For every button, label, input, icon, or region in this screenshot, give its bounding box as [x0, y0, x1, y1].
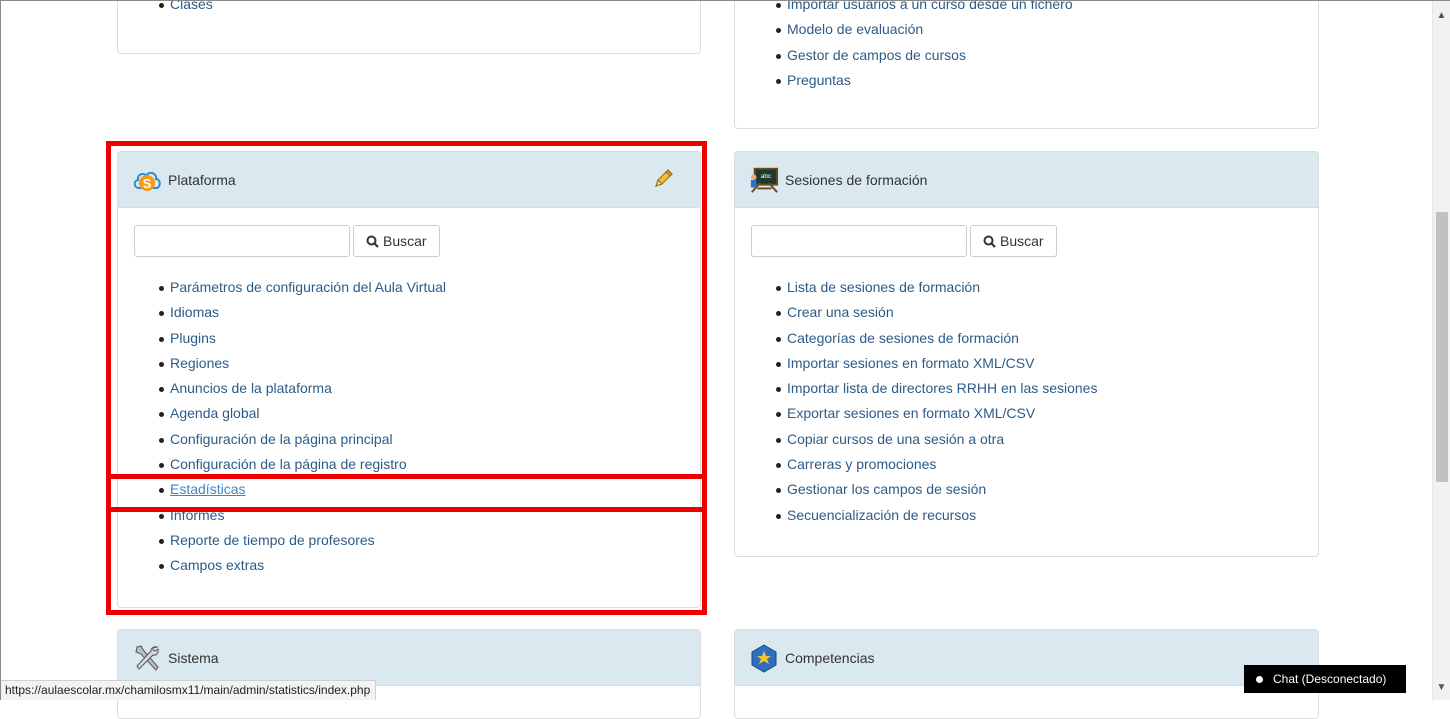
link[interactable]: Plugins: [170, 330, 216, 346]
link[interactable]: Parámetros de configuración del Aula Vir…: [170, 279, 446, 295]
plataforma-links: Parámetros de configuración del Aula Vir…: [130, 275, 446, 579]
list-item[interactable]: Configuración de la página principal: [130, 427, 446, 452]
scroll-up-icon[interactable]: ▲: [1436, 10, 1447, 21]
list-item[interactable]: Estadísticas: [130, 477, 446, 502]
list-item[interactable]: Crear una sesión: [747, 300, 1097, 325]
list-item[interactable]: Campos extras: [130, 553, 446, 578]
scrollbar[interactable]: ▲ ▼: [1432, 0, 1450, 700]
list-item[interactable]: Informes: [130, 503, 446, 528]
list-item[interactable]: Categorías de sesiones de formación: [747, 326, 1097, 351]
top-left-links: Clases: [130, 0, 213, 23]
search-input[interactable]: [751, 225, 967, 257]
panel-title: Sistema: [168, 649, 219, 666]
list-item[interactable]: Gestionar los campos de sesión: [747, 477, 1097, 502]
panel-top-left: Clases: [117, 0, 701, 54]
panel-header: Sistema: [118, 630, 700, 686]
panel-title: Sesiones de formación: [785, 171, 928, 188]
link[interactable]: Modelo de evaluación: [787, 21, 923, 37]
link[interactable]: Exportar sesiones en formato XML/CSV: [787, 405, 1035, 421]
list-item[interactable]: Regiones: [130, 351, 446, 376]
link[interactable]: Gestionar los campos de sesión: [787, 481, 986, 497]
list-item[interactable]: Parámetros de configuración del Aula Vir…: [130, 275, 446, 300]
panel-header: S Plataforma: [118, 152, 700, 208]
panel-top-right: Importar usuarios a un curso desde un fi…: [734, 0, 1319, 129]
search-button[interactable]: Buscar: [970, 225, 1057, 257]
panel-header: Competencias: [735, 630, 1318, 686]
link[interactable]: Configuración de la página de registro: [170, 456, 407, 472]
link[interactable]: Copiar cursos de una sesión a otra: [787, 431, 1004, 447]
status-dot-icon: [1256, 675, 1263, 683]
link[interactable]: Regiones: [170, 355, 229, 371]
panel-title: Plataforma: [168, 171, 236, 188]
search-row: Buscar: [751, 225, 1318, 257]
list-item[interactable]: Copiar cursos de una sesión a otra: [747, 427, 1097, 452]
search-row: Buscar: [134, 225, 700, 257]
status-bar-url: https://aulaescolar.mx/chamilosmx11/main…: [0, 680, 377, 700]
panel-competencias: Competencias: [734, 629, 1319, 719]
list-item[interactable]: Plugins: [130, 326, 446, 351]
link[interactable]: Gestor de campos de cursos: [787, 47, 966, 63]
top-right-links: Importar usuarios a un curso desde un fi…: [747, 0, 1073, 93]
link[interactable]: Crear una sesión: [787, 304, 894, 320]
link[interactable]: Anuncios de la plataforma: [170, 380, 332, 396]
link[interactable]: Campos extras: [170, 557, 264, 573]
list-item[interactable]: Importar usuarios a un curso desde un fi…: [747, 0, 1073, 17]
link[interactable]: Importar lista de directores RRHH en las…: [787, 380, 1097, 396]
list-item[interactable]: Preguntas: [747, 68, 1073, 93]
link[interactable]: Importar usuarios a un curso desde un fi…: [787, 0, 1073, 12]
link[interactable]: Secuencialización de recursos: [787, 507, 976, 523]
link[interactable]: Agenda global: [170, 405, 260, 421]
panel-sesiones: abc Sesiones de formación Buscar Lista d…: [734, 151, 1319, 557]
link[interactable]: Informes: [170, 507, 224, 523]
link[interactable]: Importar sesiones en formato XML/CSV: [787, 355, 1034, 371]
panel-header: abc Sesiones de formación: [735, 152, 1318, 208]
tools-icon: [132, 643, 162, 673]
chat-widget[interactable]: Chat (Desconectado): [1244, 665, 1406, 693]
pencil-icon[interactable]: [652, 168, 674, 190]
search-icon: [366, 235, 379, 248]
list-item[interactable]: Clases: [130, 0, 213, 17]
list-item[interactable]: Idiomas: [130, 300, 446, 325]
link-estadisticas[interactable]: Estadísticas: [170, 481, 245, 497]
scrollbar-thumb[interactable]: [1436, 212, 1448, 482]
chat-label: Chat (Desconectado): [1273, 672, 1387, 686]
list-item[interactable]: Agenda global: [130, 401, 446, 426]
search-icon: [983, 235, 996, 248]
star-badge-icon: [749, 643, 779, 673]
list-item[interactable]: Lista de sesiones de formación: [747, 275, 1097, 300]
list-item[interactable]: Importar lista de directores RRHH en las…: [747, 376, 1097, 401]
link-clases[interactable]: Clases: [170, 0, 213, 12]
search-button-label: Buscar: [383, 233, 427, 249]
list-item[interactable]: Configuración de la página de registro: [130, 452, 446, 477]
sesiones-links: Lista de sesiones de formación Crear una…: [747, 275, 1097, 528]
link[interactable]: Categorías de sesiones de formación: [787, 330, 1019, 346]
list-item[interactable]: Exportar sesiones en formato XML/CSV: [747, 401, 1097, 426]
list-item[interactable]: Modelo de evaluación: [747, 17, 1073, 42]
classroom-icon: abc: [749, 165, 779, 195]
scroll-down-icon[interactable]: ▼: [1436, 682, 1447, 693]
search-button-label: Buscar: [1000, 233, 1044, 249]
link[interactable]: Configuración de la página principal: [170, 431, 393, 447]
cloud-s-icon: S: [132, 165, 162, 195]
panel-title: Competencias: [785, 649, 875, 666]
link[interactable]: Reporte de tiempo de profesores: [170, 532, 375, 548]
list-item[interactable]: Gestor de campos de cursos: [747, 43, 1073, 68]
link[interactable]: Carreras y promociones: [787, 456, 936, 472]
search-button[interactable]: Buscar: [353, 225, 440, 257]
panel-sistema: Sistema: [117, 629, 701, 719]
list-item[interactable]: Importar sesiones en formato XML/CSV: [747, 351, 1097, 376]
search-input[interactable]: [134, 225, 350, 257]
svg-text:S: S: [143, 176, 152, 191]
link[interactable]: Lista de sesiones de formación: [787, 279, 980, 295]
list-item[interactable]: Secuencialización de recursos: [747, 503, 1097, 528]
link[interactable]: Preguntas: [787, 72, 851, 88]
panel-plataforma: S Plataforma Buscar Parámetros de config…: [117, 151, 701, 608]
list-item[interactable]: Carreras y promociones: [747, 452, 1097, 477]
svg-text:abc: abc: [761, 173, 772, 180]
list-item[interactable]: Anuncios de la plataforma: [130, 376, 446, 401]
link[interactable]: Idiomas: [170, 304, 219, 320]
list-item[interactable]: Reporte de tiempo de profesores: [130, 528, 446, 553]
